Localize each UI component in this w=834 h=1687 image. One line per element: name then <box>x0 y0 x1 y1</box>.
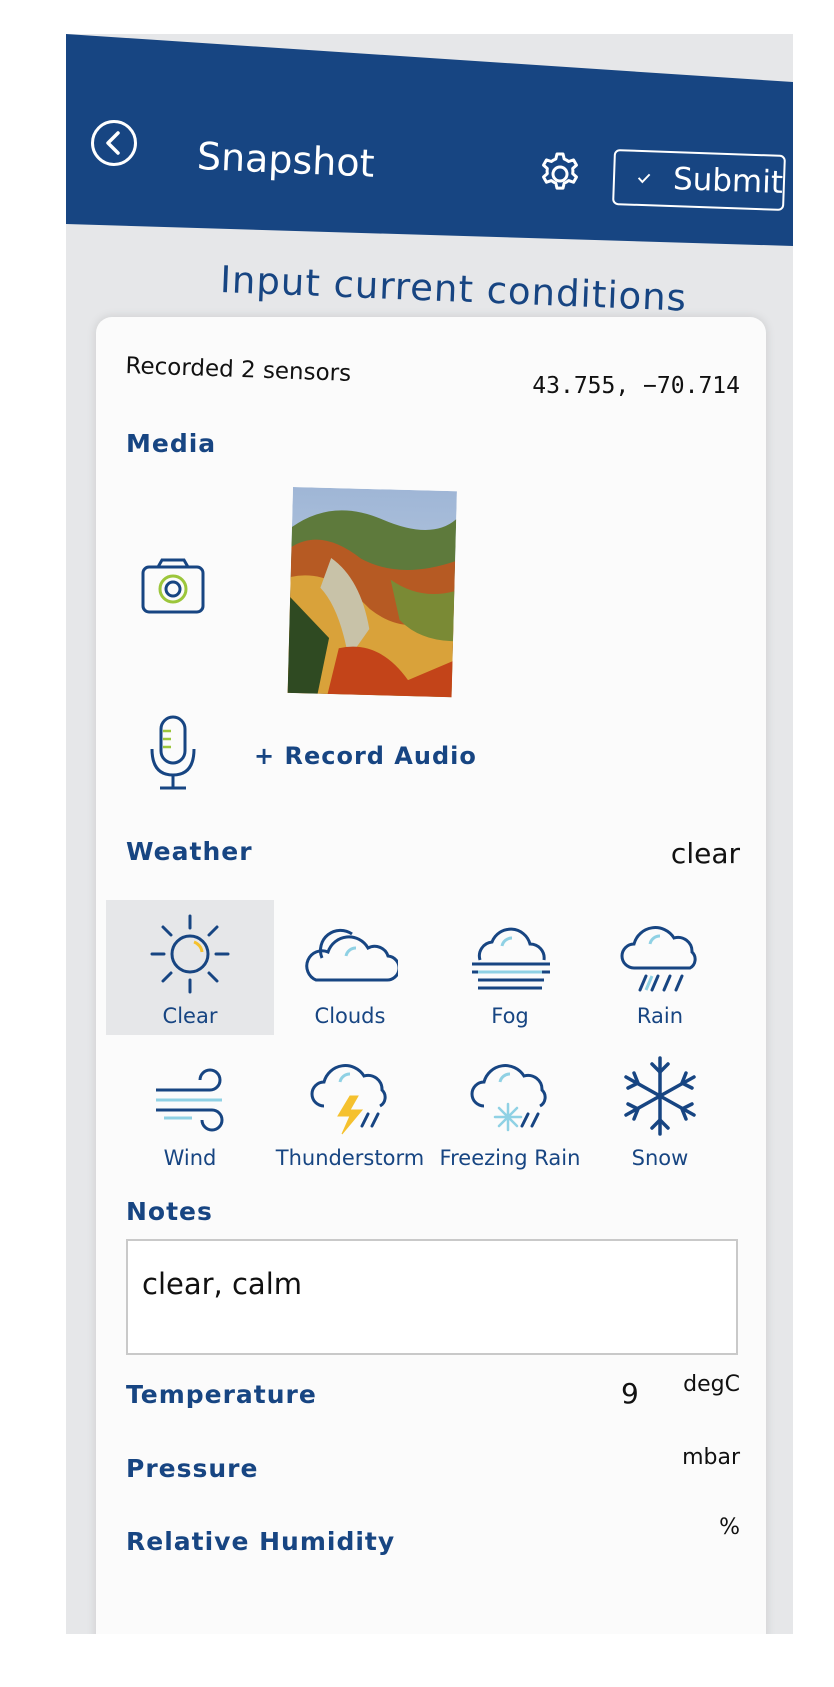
sensor-status: Recorded 2 sensors <box>125 353 352 387</box>
rain-icon <box>620 926 697 992</box>
weather-option-clear[interactable]: Clear <box>106 900 274 1035</box>
weather-selected-value: clear <box>670 837 740 870</box>
humidity-unit: % <box>719 1515 740 1540</box>
chevron-left-icon <box>106 131 120 155</box>
submit-button[interactable]: Submit <box>612 149 786 211</box>
form-subtitle: Input current conditions <box>219 258 688 320</box>
weather-option-wind[interactable]: Wind <box>106 1042 274 1177</box>
form-card: Recorded 2 sensors 43.755, −70.714 Media <box>96 317 766 1634</box>
weather-option-thunderstorm[interactable]: Thunderstorm <box>266 1042 434 1177</box>
temperature-input[interactable]: 9 <box>621 1377 639 1410</box>
weather-option-clouds[interactable]: Clouds <box>266 900 434 1035</box>
weather-label: Freezing Rain <box>439 1146 581 1170</box>
camera-icon[interactable] <box>140 557 206 615</box>
app-screen: Snapshot Submit Input current conditions… <box>66 34 793 1634</box>
app-header <box>66 34 793 246</box>
weather-label: Clear <box>162 1004 218 1028</box>
weather-label: Snow <box>631 1146 689 1170</box>
microphone-icon[interactable] <box>148 715 198 791</box>
weather-option-rain[interactable]: Rain <box>576 900 744 1035</box>
weather-options-grid: Clear Clouds Fog Rain Wind Thunderstorm … <box>106 900 756 1190</box>
temperature-label: Temperature <box>126 1380 317 1409</box>
media-section-label: Media <box>126 429 217 458</box>
captured-photo-thumbnail[interactable] <box>287 487 457 698</box>
notes-textarea[interactable]: clear, calm <box>126 1239 738 1355</box>
notes-section-label: Notes <box>126 1197 213 1226</box>
weather-label: Fog <box>491 1004 529 1028</box>
gps-coordinates: 43.755, −70.714 <box>532 373 740 399</box>
temperature-unit: degC <box>683 1372 740 1397</box>
weather-label: Thunderstorm <box>275 1146 425 1170</box>
back-button[interactable] <box>91 120 137 166</box>
humidity-label: Relative Humidity <box>126 1527 396 1556</box>
weather-option-freezing-rain[interactable]: Freezing Rain <box>426 1042 594 1177</box>
gear-icon[interactable] <box>536 150 584 198</box>
checkmark-icon <box>637 173 651 184</box>
submit-label: Submit <box>672 161 784 201</box>
pressure-label: Pressure <box>126 1454 259 1483</box>
page-title: Snapshot <box>196 134 376 186</box>
freezing-rain-icon <box>470 1064 547 1132</box>
weather-label: Clouds <box>314 1004 386 1028</box>
snowflake-icon <box>624 1056 696 1136</box>
fog-icon <box>472 927 550 990</box>
wind-icon <box>156 1068 224 1132</box>
weather-section-label: Weather <box>126 837 253 866</box>
pressure-unit: mbar <box>682 1445 740 1470</box>
weather-label: Wind <box>163 1146 217 1170</box>
cloud-icon <box>305 928 398 982</box>
sun-icon <box>150 914 230 994</box>
weather-option-fog[interactable]: Fog <box>426 900 594 1035</box>
record-audio-button[interactable]: + Record Audio <box>254 742 477 770</box>
thunderstorm-icon <box>310 1064 387 1135</box>
weather-option-snow[interactable]: Snow <box>576 1042 744 1177</box>
weather-label: Rain <box>636 1004 684 1028</box>
